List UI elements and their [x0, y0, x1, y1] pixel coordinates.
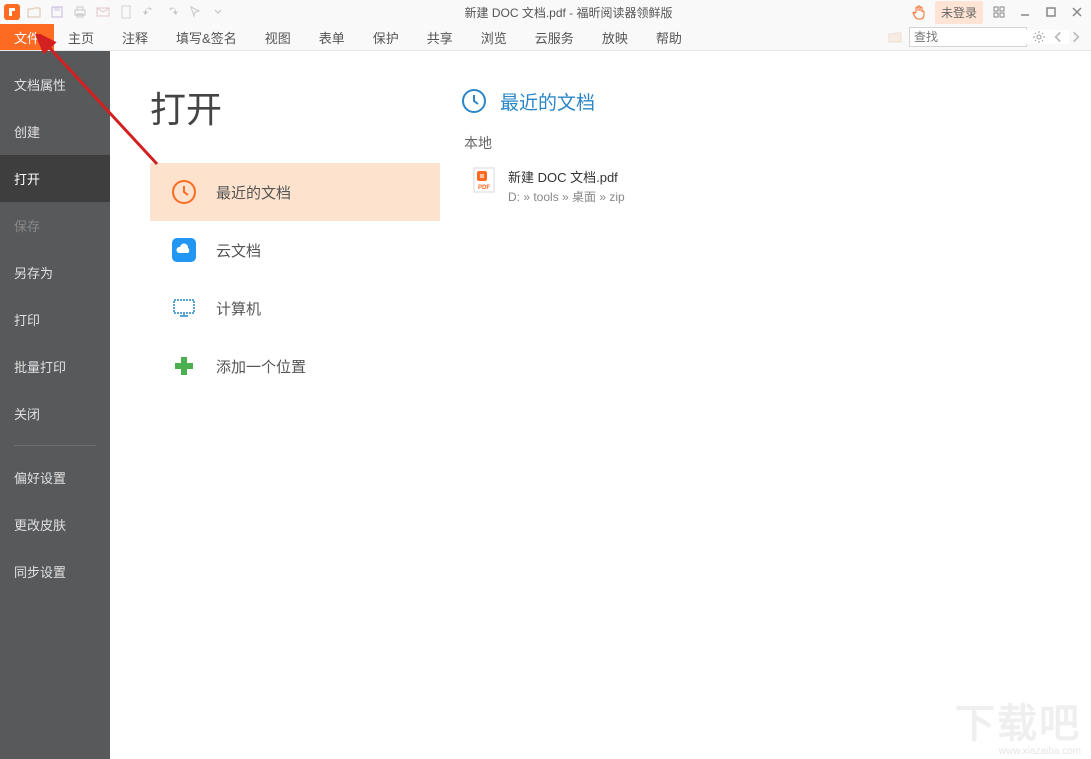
cloud-icon	[170, 236, 198, 264]
source-label: 添加一个位置	[216, 356, 306, 377]
panel-title: 最近的文档	[500, 88, 595, 115]
page-title: 打开	[150, 81, 440, 133]
title-text: 新建 DOC 文档.pdf - 福昕阅读器领鲜版	[228, 4, 909, 21]
menu-tab-fill[interactable]: 填写&签名	[162, 24, 251, 50]
menu-tab-play[interactable]: 放映	[588, 24, 642, 50]
source-label: 最近的文档	[216, 182, 291, 203]
file-name: 新建 DOC 文档.pdf	[508, 167, 625, 186]
prev-arrow-icon[interactable]	[1051, 30, 1065, 44]
plus-icon	[170, 352, 198, 380]
close-icon[interactable]	[1067, 2, 1087, 22]
sidebar-item-properties[interactable]: 文档属性	[0, 61, 110, 108]
menu-tab-file[interactable]: 文件	[0, 24, 54, 50]
redo-icon[interactable]	[162, 2, 182, 22]
sidebar-item-batchprint[interactable]: 批量打印	[0, 343, 110, 390]
folder-icon[interactable]	[885, 27, 905, 47]
menu-tab-browse[interactable]: 浏览	[467, 24, 521, 50]
menu-tab-share[interactable]: 共享	[413, 24, 467, 50]
source-add-location[interactable]: 添加一个位置	[150, 337, 440, 395]
app-logo	[4, 4, 20, 20]
source-recent[interactable]: 最近的文档	[150, 163, 440, 221]
undo-icon[interactable]	[139, 2, 159, 22]
login-button[interactable]: 未登录	[935, 1, 983, 24]
file-path: D: » tools » 桌面 » zip	[508, 188, 625, 205]
cursor-icon[interactable]	[185, 2, 205, 22]
sidebar-item-saveas[interactable]: 另存为	[0, 249, 110, 296]
section-label: 本地	[460, 133, 1071, 153]
print-icon[interactable]	[70, 2, 90, 22]
svg-text:PDF: PDF	[478, 185, 490, 191]
pdf-file-icon: PDF	[472, 167, 496, 193]
touch-mode-icon[interactable]	[909, 2, 929, 22]
new-icon[interactable]	[116, 2, 136, 22]
source-cloud[interactable]: 云文档	[150, 221, 440, 279]
source-label: 计算机	[216, 298, 261, 319]
file-item[interactable]: PDF 新建 DOC 文档.pdf D: » tools » 桌面 » zip	[460, 163, 1071, 209]
next-arrow-icon[interactable]	[1069, 30, 1083, 44]
search-box[interactable]	[909, 27, 1027, 47]
sidebar-item-preferences[interactable]: 偏好设置	[0, 454, 110, 501]
sidebar-item-save: 保存	[0, 202, 110, 249]
menu-tab-cloud[interactable]: 云服务	[521, 24, 588, 50]
clock-icon	[170, 178, 198, 206]
sidebar-item-print[interactable]: 打印	[0, 296, 110, 343]
minimize-icon[interactable]	[1015, 2, 1035, 22]
save-icon[interactable]	[47, 2, 67, 22]
menu-tab-protect[interactable]: 保护	[359, 24, 413, 50]
menu-bar: 文件 主页 注释 填写&签名 视图 表单 保护 共享 浏览 云服务 放映 帮助	[0, 24, 1091, 51]
watermark-sub: www.xiazaiba.com	[999, 746, 1081, 757]
clock-icon	[460, 87, 488, 115]
quick-access-toolbar	[24, 2, 228, 22]
sidebar-item-create[interactable]: 创建	[0, 108, 110, 155]
title-bar: 新建 DOC 文档.pdf - 福昕阅读器领鲜版 未登录	[0, 0, 1091, 24]
menu-tab-comment[interactable]: 注释	[108, 24, 162, 50]
computer-icon	[170, 294, 198, 322]
qat-dropdown-icon[interactable]	[208, 2, 228, 22]
watermark: 下载吧	[955, 691, 1081, 749]
expand-icon[interactable]	[989, 2, 1009, 22]
menu-tab-view[interactable]: 视图	[251, 24, 305, 50]
file-sidebar: 文档属性 创建 打开 保存 另存为 打印 批量打印 关闭 偏好设置 更改皮肤 同…	[0, 51, 110, 759]
menu-tab-home[interactable]: 主页	[54, 24, 108, 50]
sidebar-divider	[14, 445, 96, 446]
menu-tab-form[interactable]: 表单	[305, 24, 359, 50]
open-sources-panel: 打开 最近的文档 云文档 计算机 添加一个位置	[110, 51, 440, 759]
sidebar-item-skin[interactable]: 更改皮肤	[0, 501, 110, 548]
maximize-icon[interactable]	[1041, 2, 1061, 22]
open-icon[interactable]	[24, 2, 44, 22]
sidebar-item-sync[interactable]: 同步设置	[0, 548, 110, 595]
email-icon[interactable]	[93, 2, 113, 22]
recent-files-panel: 最近的文档 本地 PDF 新建 DOC 文档.pdf D: » tools » …	[440, 51, 1091, 759]
sidebar-item-close[interactable]: 关闭	[0, 390, 110, 437]
source-computer[interactable]: 计算机	[150, 279, 440, 337]
menu-tab-help[interactable]: 帮助	[642, 24, 696, 50]
sidebar-item-open[interactable]: 打开	[0, 155, 110, 202]
gear-icon[interactable]	[1031, 29, 1047, 45]
source-label: 云文档	[216, 240, 261, 261]
